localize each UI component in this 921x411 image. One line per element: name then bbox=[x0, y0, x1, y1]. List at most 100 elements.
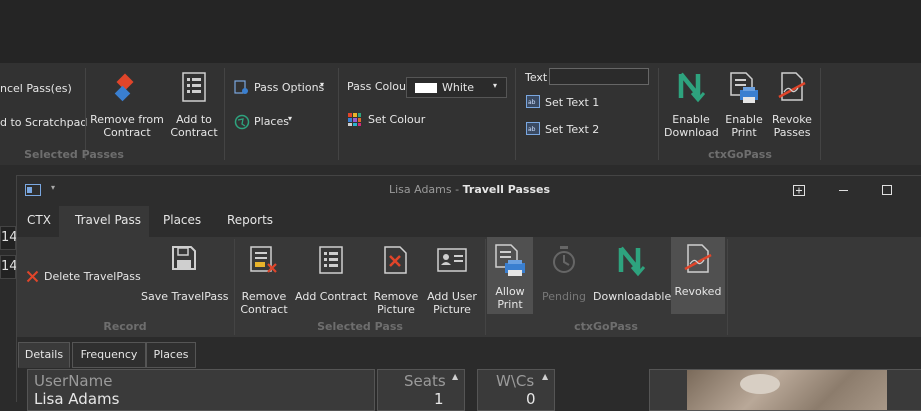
divider bbox=[820, 68, 821, 160]
revoke-passes-button[interactable]: Revoke Passes bbox=[769, 67, 815, 143]
download-n-icon bbox=[678, 72, 705, 103]
restore-icon[interactable] bbox=[793, 185, 805, 196]
window-title-separator: - bbox=[451, 183, 463, 196]
set-text-2-button[interactable]: ab Set Text 2 bbox=[526, 121, 606, 139]
subtab-places-label: Places bbox=[153, 348, 189, 361]
label-line: Print bbox=[497, 298, 523, 311]
divider bbox=[85, 68, 86, 160]
colour-grid-icon bbox=[348, 113, 361, 126]
add-contract-button[interactable]: Add Contract bbox=[295, 242, 367, 304]
enable-download-button[interactable]: Enable Download bbox=[664, 67, 719, 143]
label-line: Contract bbox=[103, 126, 151, 139]
pass-options-dropdown[interactable]: Pass Options ▾ bbox=[234, 79, 330, 97]
pass-colour-value: White bbox=[442, 81, 474, 94]
set-colour-button[interactable]: Set Colour bbox=[347, 111, 427, 129]
cancel-passes-button[interactable]: ncel Pass(es) bbox=[0, 82, 72, 95]
contract-list-icon bbox=[182, 72, 206, 102]
tab-reports[interactable]: Reports bbox=[227, 213, 273, 227]
window-tab-bar: CTX Places Reports bbox=[17, 205, 921, 237]
maximize-icon[interactable] bbox=[882, 185, 892, 195]
add-user-picture-button[interactable]: Add User Picture bbox=[426, 242, 478, 318]
minimize-icon[interactable] bbox=[839, 190, 848, 191]
subtab-places[interactable]: Places bbox=[146, 342, 196, 368]
text-field-icon: ab bbox=[526, 122, 540, 135]
set-text-2-label: Set Text 2 bbox=[545, 123, 600, 136]
divider bbox=[224, 68, 225, 160]
window-title-user: Lisa Adams bbox=[388, 183, 452, 196]
stepper-up-icon[interactable]: ▲ bbox=[452, 372, 458, 381]
subtab-details[interactable]: Details bbox=[18, 342, 70, 368]
add-contract-label: Add Contract bbox=[295, 290, 368, 303]
save-travelpass-label: Save TravelPass bbox=[141, 290, 229, 303]
tab-ctx[interactable]: CTX bbox=[27, 213, 51, 227]
travel-passes-window: ▾ Lisa Adams - Travell Passes CTX Places… bbox=[16, 175, 921, 411]
save-travelpass-button[interactable]: Save TravelPass bbox=[141, 242, 229, 304]
pending-button[interactable]: Pending bbox=[539, 242, 589, 304]
divider bbox=[727, 239, 728, 335]
group-label-ctxgopass: ctxGoPass bbox=[574, 320, 638, 333]
downloadable-label: Downloadable bbox=[593, 290, 672, 303]
group-label-record: Record bbox=[103, 320, 147, 333]
label-line: Download bbox=[664, 126, 719, 139]
username-field[interactable]: UserName Lisa Adams bbox=[27, 369, 375, 411]
pending-label: Pending bbox=[542, 290, 586, 303]
outer-titlebar-area bbox=[0, 0, 921, 63]
set-text-1-label: Set Text 1 bbox=[545, 96, 600, 109]
revoke-document-icon bbox=[778, 72, 806, 101]
chevron-down-icon: ▾ bbox=[493, 81, 498, 90]
subtab-details-label: Details bbox=[24, 348, 64, 361]
divider bbox=[338, 68, 339, 160]
tab-places[interactable]: Places bbox=[163, 213, 201, 227]
allow-print-button[interactable]: Allow Print bbox=[487, 237, 533, 314]
pass-colour-select[interactable]: White ▾ bbox=[406, 77, 507, 98]
chevron-down-icon: ▾ bbox=[288, 114, 293, 123]
contract-list-icon bbox=[319, 246, 343, 274]
set-text-1-button[interactable]: ab Set Text 1 bbox=[526, 94, 606, 112]
label-line: Enable bbox=[672, 113, 710, 126]
stepper-up-icon[interactable]: ▲ bbox=[542, 372, 548, 381]
text-label: Text bbox=[525, 71, 548, 84]
text-input[interactable] bbox=[549, 68, 649, 85]
places-dropdown[interactable]: Places ▾ bbox=[234, 113, 300, 131]
tab-travel-pass-label: Travel Pass bbox=[75, 213, 142, 227]
delete-travelpass-button[interactable]: Delete TravelPass bbox=[25, 267, 141, 287]
set-colour-label: Set Colour bbox=[368, 113, 426, 126]
remove-picture-button[interactable]: Remove Picture bbox=[371, 242, 421, 318]
print-document-icon bbox=[495, 244, 525, 276]
tab-travel-pass[interactable]: Travel Pass bbox=[59, 206, 149, 238]
text-field-icon: ab bbox=[526, 95, 540, 108]
label-line: Passes bbox=[773, 126, 811, 139]
wcs-value: 0 bbox=[526, 390, 536, 408]
user-picture-detail bbox=[740, 374, 780, 394]
window-title-app: Travell Passes bbox=[462, 183, 551, 196]
remove-from-contract-button[interactable]: Remove from Contract bbox=[88, 67, 166, 143]
id-card-icon bbox=[437, 248, 467, 272]
user-picture-frame[interactable] bbox=[649, 369, 921, 411]
divider bbox=[515, 68, 516, 160]
window-title: Lisa Adams - Travell Passes bbox=[17, 183, 921, 196]
label-line: Picture bbox=[377, 303, 415, 316]
subtab-frequency-label: Frequency bbox=[80, 348, 138, 361]
print-document-icon bbox=[730, 72, 758, 103]
seats-stepper[interactable]: Seats ▲ 1 bbox=[377, 369, 465, 411]
close-icon bbox=[26, 270, 39, 283]
pass-options-icon bbox=[234, 80, 248, 94]
enable-print-button[interactable]: Enable Print bbox=[720, 67, 768, 143]
group-label-selected-pass: Selected Pass bbox=[317, 320, 403, 333]
label-line: Enable bbox=[725, 113, 763, 126]
list-item: 14 bbox=[0, 226, 18, 250]
label-line: Picture bbox=[433, 303, 471, 316]
remove-from-contract-icon bbox=[114, 73, 134, 102]
add-to-scratchpad-button[interactable]: d to Scratchpad bbox=[0, 116, 87, 129]
revoked-button[interactable]: Revoked bbox=[671, 237, 725, 314]
remove-contract-button[interactable]: Remove Contract bbox=[239, 242, 289, 318]
label-line: Remove from bbox=[90, 113, 164, 126]
add-to-contract-button[interactable]: Add to Contract bbox=[168, 67, 220, 143]
seats-value: 1 bbox=[434, 390, 444, 408]
outer-ribbon: ncel Pass(es) d to Scratchpad Remove fro… bbox=[0, 63, 921, 165]
hourglass-timer-icon bbox=[553, 246, 575, 273]
subtab-frequency[interactable]: Frequency bbox=[72, 342, 146, 368]
chevron-down-icon: ▾ bbox=[320, 80, 325, 89]
wcs-stepper[interactable]: W\Cs ▲ 0 bbox=[477, 369, 555, 411]
downloadable-button[interactable]: Downloadable bbox=[593, 242, 672, 304]
